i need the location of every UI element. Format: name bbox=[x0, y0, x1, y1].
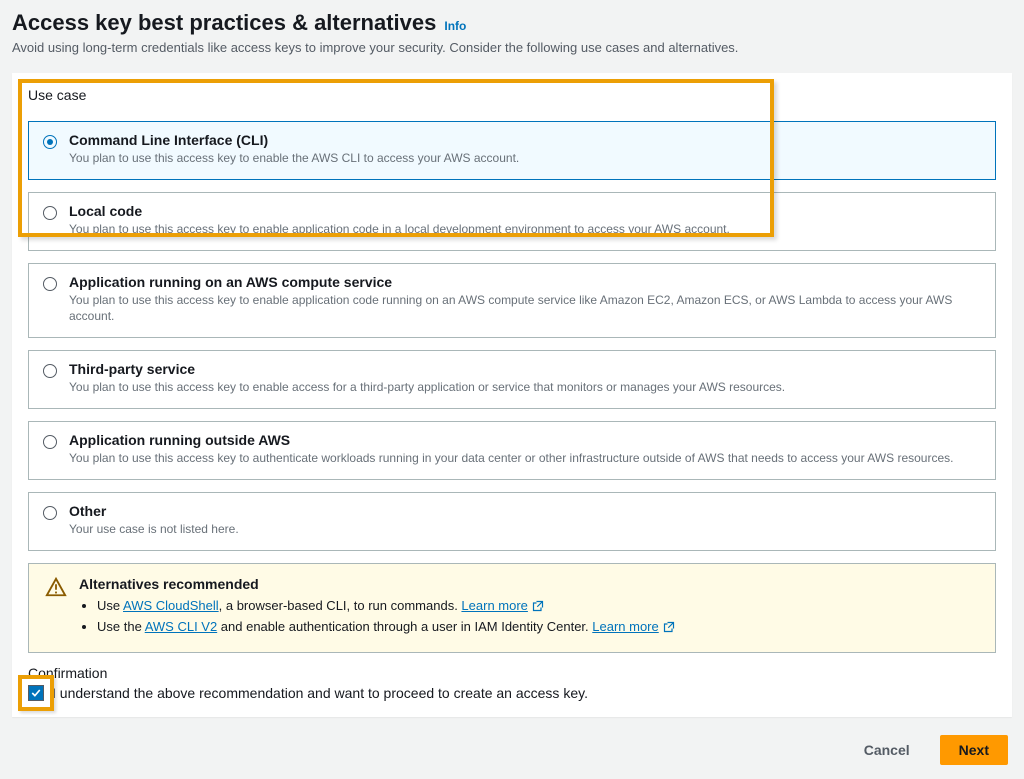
radio-icon bbox=[43, 506, 57, 520]
option-desc: Your use case is not listed here. bbox=[69, 521, 981, 538]
external-link-icon bbox=[663, 621, 675, 636]
option-title: Other bbox=[69, 503, 981, 519]
option-desc: You plan to use this access key to enabl… bbox=[69, 150, 981, 167]
option-title: Command Line Interface (CLI) bbox=[69, 132, 981, 148]
alternatives-list: Use AWS CloudShell, a browser-based CLI,… bbox=[79, 598, 675, 636]
alternatives-heading: Alternatives recommended bbox=[79, 576, 675, 592]
cancel-button[interactable]: Cancel bbox=[846, 735, 928, 765]
link-learn-more-2[interactable]: Learn more bbox=[592, 619, 674, 634]
usecase-option-local-code[interactable]: Local code You plan to use this access k… bbox=[28, 192, 996, 251]
usecase-option-other[interactable]: Other Your use case is not listed here. bbox=[28, 492, 996, 551]
external-link-icon bbox=[532, 600, 544, 615]
warning-icon bbox=[45, 576, 67, 640]
radio-icon bbox=[43, 135, 57, 149]
confirmation-row: I understand the above recommendation an… bbox=[12, 685, 1012, 717]
usecase-option-third-party[interactable]: Third-party service You plan to use this… bbox=[28, 350, 996, 409]
page-subtitle: Avoid using long-term credentials like a… bbox=[12, 40, 1012, 55]
radio-icon bbox=[43, 206, 57, 220]
link-cloudshell[interactable]: AWS CloudShell bbox=[123, 598, 219, 613]
alternatives-item-cloudshell: Use AWS CloudShell, a browser-based CLI,… bbox=[97, 598, 675, 615]
link-learn-more-1[interactable]: Learn more bbox=[461, 598, 543, 613]
alternatives-box: Alternatives recommended Use AWS CloudSh… bbox=[28, 563, 996, 653]
confirmation-checkbox[interactable] bbox=[28, 685, 44, 701]
radio-icon bbox=[43, 364, 57, 378]
main-panel: Use case Command Line Interface (CLI) Yo… bbox=[12, 73, 1012, 717]
info-link[interactable]: Info bbox=[444, 19, 466, 33]
usecase-option-outside-aws[interactable]: Application running outside AWS You plan… bbox=[28, 421, 996, 480]
option-desc: You plan to use this access key to enabl… bbox=[69, 221, 981, 238]
usecase-option-aws-compute[interactable]: Application running on an AWS compute se… bbox=[28, 263, 996, 339]
confirmation-text: I understand the above recommendation an… bbox=[52, 685, 588, 701]
link-aws-cli-v2[interactable]: AWS CLI V2 bbox=[145, 619, 217, 634]
radio-icon bbox=[43, 277, 57, 291]
usecase-section-label: Use case bbox=[12, 73, 1012, 109]
usecase-option-list: Command Line Interface (CLI) You plan to… bbox=[12, 121, 1012, 551]
option-title: Application running on an AWS compute se… bbox=[69, 274, 981, 290]
confirmation-label: Confirmation bbox=[12, 657, 1012, 685]
option-title: Application running outside AWS bbox=[69, 432, 981, 448]
checkbox-checked-icon bbox=[28, 685, 44, 701]
page-header: Access key best practices & alternatives… bbox=[0, 0, 1024, 63]
usecase-option-cli[interactable]: Command Line Interface (CLI) You plan to… bbox=[28, 121, 996, 180]
next-button[interactable]: Next bbox=[940, 735, 1008, 765]
radio-icon bbox=[43, 435, 57, 449]
option-desc: You plan to use this access key to enabl… bbox=[69, 292, 981, 326]
option-desc: You plan to use this access key to authe… bbox=[69, 450, 981, 467]
footer-buttons: Cancel Next bbox=[0, 725, 1024, 779]
page-title: Access key best practices & alternatives bbox=[12, 10, 436, 36]
alternatives-item-cliv2: Use the AWS CLI V2 and enable authentica… bbox=[97, 619, 675, 636]
option-title: Local code bbox=[69, 203, 981, 219]
option-desc: You plan to use this access key to enabl… bbox=[69, 379, 981, 396]
option-title: Third-party service bbox=[69, 361, 981, 377]
